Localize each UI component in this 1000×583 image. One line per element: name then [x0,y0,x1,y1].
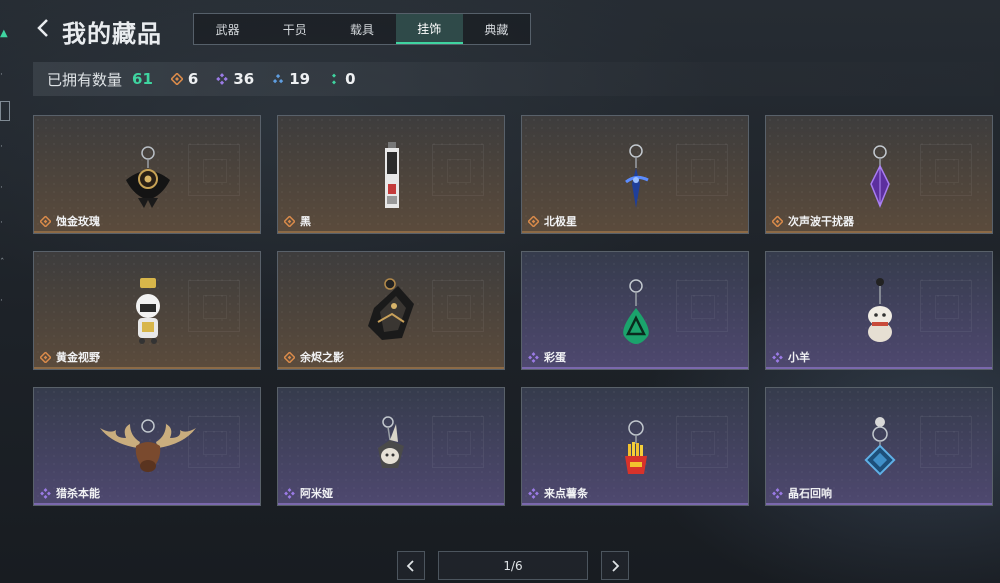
charm-name: 彩蛋 [544,351,566,364]
rail-item[interactable]: · [0,70,3,80]
tab-vehicles[interactable]: 载具 [328,14,395,44]
gold-rarity-icon [528,215,539,227]
owned-count-label: 已拥有数量 [47,70,123,89]
rail-item[interactable]: ˆ [0,258,5,268]
rail-item[interactable]: · [0,142,3,152]
purple-rarity-icon [772,351,783,363]
chevron-left-icon [406,559,414,572]
rail-item-selected[interactable] [0,101,10,121]
rail-active-marker: ▲ [0,28,8,39]
charm-card[interactable]: 来点薯条 [521,387,749,506]
charm-name: 蚀金玫瑰 [56,215,100,228]
charm-card[interactable]: 余烬之影 [277,251,505,370]
charm-name: 黄金视野 [56,351,100,364]
purple-rarity-icon [528,487,539,499]
page-title: 我的藏品 [62,20,162,48]
charm-name: 晶石回响 [788,487,832,500]
tab-weapons[interactable]: 武器 [194,14,261,44]
purple-rarity-icon [40,487,51,499]
charm-card[interactable]: 晶石回响 [765,387,993,506]
left-rail: ▲ · · · · ˆ · [0,0,14,583]
rail-item[interactable]: · [0,218,3,228]
charm-name: 阿米娅 [300,487,333,500]
tab-collection[interactable]: 典藏 [463,14,530,44]
owned-count-total: 61 [132,70,153,88]
gold-rarity-icon [40,215,51,227]
charm-name: 次声波干扰器 [788,215,854,228]
charm-name: 余烬之影 [300,351,344,364]
green-count: 0 [328,70,356,88]
gold-rarity-icon [170,73,183,85]
charm-name: 黑 [300,215,311,228]
chevron-right-icon [612,559,620,572]
purple-count: 36 [216,70,254,88]
tab-charms[interactable]: 挂饰 [395,14,463,44]
charm-card[interactable]: 北极星 [521,115,749,234]
blue-rarity-icon [273,73,284,84]
charm-card[interactable]: 黑 [277,115,505,234]
gold-rarity-icon [284,215,295,227]
charm-name: 小羊 [788,351,810,364]
charm-grid: 蚀金玫瑰 黑 北极星 次声波干扰器 黄金视野 余烬之影 彩蛋 小羊 猎杀本能 阿… [33,115,994,507]
gold-count: 6 [170,70,198,88]
page-indicator: 1/6 [438,551,588,580]
rail-item[interactable]: · [0,296,3,306]
charm-card[interactable]: 阿米娅 [277,387,505,506]
back-button[interactable] [36,16,52,40]
category-tabs: 武器 干员 载具 挂饰 典藏 [193,13,531,45]
purple-rarity-icon [528,351,539,363]
next-page-button[interactable] [601,551,629,580]
prev-page-button[interactable] [397,551,425,580]
chevron-left-icon [37,19,48,37]
charm-card[interactable]: 次声波干扰器 [765,115,993,234]
charm-card[interactable]: 小羊 [765,251,993,370]
charm-card[interactable]: 猎杀本能 [33,387,261,506]
purple-rarity-icon [216,73,229,85]
purple-rarity-icon [772,487,783,499]
charm-card[interactable]: 蚀金玫瑰 [33,115,261,234]
gold-rarity-icon [40,351,51,363]
charm-card[interactable]: 黄金视野 [33,251,261,370]
rail-item[interactable]: · [0,183,3,193]
owned-stats-bar: 已拥有数量 61 6 36 19 0 [33,62,994,96]
green-rarity-icon [332,73,337,85]
purple-rarity-icon [284,487,295,499]
charm-name: 来点薯条 [544,487,588,500]
black-tag-charm-icon [385,142,399,208]
charm-card[interactable]: 彩蛋 [521,251,749,370]
charm-name: 猎杀本能 [56,487,100,500]
charm-name: 北极星 [544,215,577,228]
gold-rarity-icon [284,351,295,363]
blue-count: 19 [272,70,310,88]
gold-rarity-icon [772,215,783,227]
tab-operators[interactable]: 干员 [261,14,328,44]
